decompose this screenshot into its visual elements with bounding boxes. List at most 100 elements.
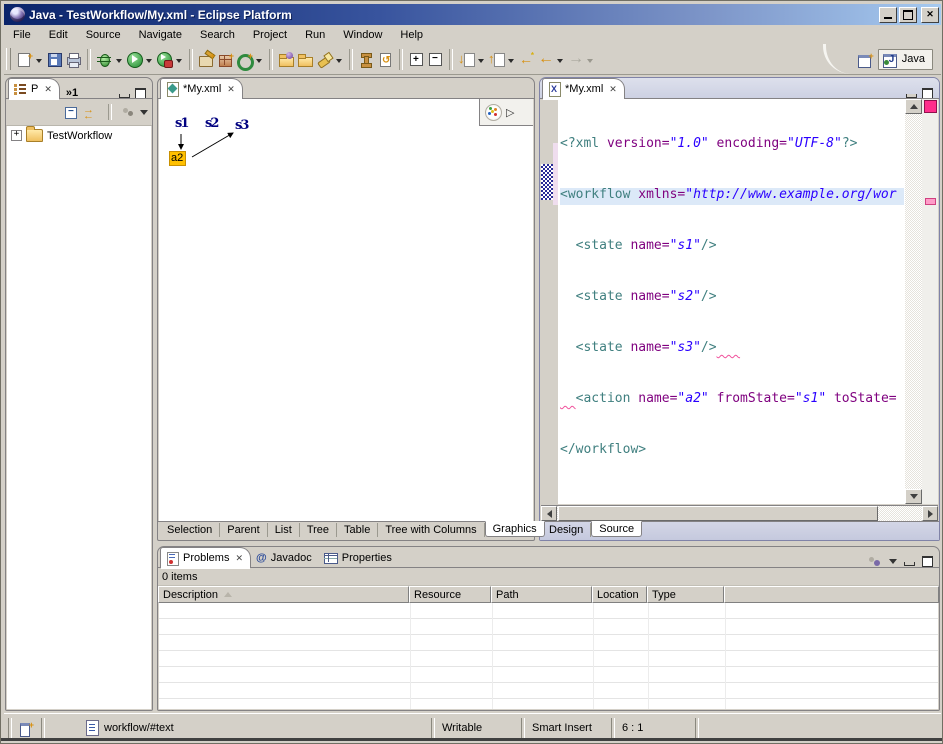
link-with-editor-icon[interactable]: → ← — [83, 105, 99, 119]
close-view-icon[interactable]: ✕ — [235, 553, 243, 564]
tab-package-explorer[interactable]: P ✕ — [8, 78, 60, 99]
package-explorer-tree[interactable]: + TestWorkflow — [7, 126, 151, 709]
state-node-s1[interactable]: s1 — [175, 117, 187, 130]
next-annotation-dropdown[interactable] — [478, 59, 484, 66]
new-wizard-button[interactable]: + — [15, 50, 34, 69]
toolbar-grip[interactable] — [6, 48, 11, 70]
open-type-button[interactable] — [277, 50, 296, 69]
page-tab-selection[interactable]: Selection — [160, 523, 220, 537]
menu-source[interactable]: Source — [77, 27, 130, 43]
palette-expand-arrow-icon[interactable]: ▷ — [506, 106, 514, 119]
filters-icon[interactable] — [868, 556, 882, 568]
scroll-up-button[interactable] — [905, 99, 922, 114]
tab-graphics-myxml[interactable]: *My.xml ✕ — [160, 78, 243, 99]
scroll-down-button[interactable] — [905, 489, 922, 504]
debug-button[interactable] — [95, 50, 114, 69]
tab-problems[interactable]: Problems ✕ — [160, 547, 251, 568]
new-class-dropdown[interactable] — [256, 59, 262, 66]
tree-expand-icon[interactable]: + — [11, 130, 22, 141]
column-resource[interactable]: Resource — [409, 586, 491, 603]
close-editor-icon[interactable]: ✕ — [227, 84, 235, 95]
workflow-canvas[interactable]: s1 s2 s3 a2 ▷ — [159, 99, 533, 522]
new-jsp-button[interactable]: + — [197, 50, 216, 69]
vertical-scrollbar[interactable] — [905, 99, 922, 504]
state-node-s3[interactable]: s3 — [235, 119, 247, 132]
print-button[interactable] — [64, 50, 83, 69]
page-tab-tree-with-columns[interactable]: Tree with Columns — [378, 523, 484, 537]
palette-flyout[interactable]: ▷ — [479, 99, 533, 126]
search-dropdown[interactable] — [336, 59, 342, 66]
scroll-right-button[interactable] — [922, 506, 938, 521]
page-tab-list[interactable]: List — [268, 523, 300, 537]
title-bar[interactable]: Java - TestWorkflow/My.xml - Eclipse Pla… — [4, 4, 941, 25]
tab-source-myxml[interactable]: X *My.xml ✕ — [542, 78, 625, 99]
new-package-button[interactable]: + — [216, 50, 235, 69]
new-wizard-dropdown[interactable] — [36, 59, 42, 66]
page-tab-table[interactable]: Table — [337, 523, 378, 537]
menu-project[interactable]: Project — [244, 27, 296, 43]
filters-icon[interactable] — [121, 106, 135, 118]
page-tab-parent[interactable]: Parent — [220, 523, 267, 537]
collapse-all-icon[interactable]: − — [64, 105, 78, 119]
close-view-icon[interactable]: ✕ — [44, 84, 52, 95]
menu-edit[interactable]: Edit — [40, 27, 77, 43]
minimize-button[interactable] — [879, 7, 897, 23]
page-tab-design[interactable]: Design — [542, 523, 591, 537]
open-perspective-button[interactable]: + — [856, 50, 875, 69]
java-perspective-button[interactable]: J Java — [878, 49, 933, 70]
column-type[interactable]: Type — [647, 586, 724, 603]
page-tab-graphics[interactable]: Graphics — [485, 521, 545, 537]
column-path[interactable]: Path — [491, 586, 592, 603]
menu-window[interactable]: Window — [334, 27, 391, 43]
view-menu-icon[interactable] — [889, 559, 897, 568]
menu-search[interactable]: Search — [191, 27, 244, 43]
save-button[interactable] — [45, 50, 64, 69]
annotation-ruler[interactable] — [541, 99, 559, 504]
fast-view-button[interactable]: + — [12, 718, 41, 738]
menu-run[interactable]: Run — [296, 27, 334, 43]
status-insert-mode[interactable]: Smart Insert — [525, 718, 611, 738]
problems-table-body[interactable] — [159, 603, 938, 709]
expand-all-button[interactable]: + — [407, 50, 426, 69]
run-dropdown[interactable] — [146, 59, 152, 66]
forward-dropdown[interactable] — [587, 59, 593, 66]
menu-help[interactable]: Help — [391, 27, 432, 43]
back-button[interactable]: ← — [536, 50, 555, 69]
horizontal-scrollbar[interactable] — [541, 505, 938, 522]
search-button[interactable] — [315, 50, 334, 69]
menu-navigate[interactable]: Navigate — [130, 27, 191, 43]
overview-error-marker[interactable] — [925, 198, 936, 205]
close-editor-icon[interactable]: ✕ — [609, 84, 617, 95]
open-resource-button[interactable] — [296, 50, 315, 69]
column-description[interactable]: Description — [158, 586, 409, 603]
collapse-all-button[interactable]: − — [426, 50, 445, 69]
maximize-button[interactable] — [899, 7, 917, 23]
scroll-left-button[interactable] — [541, 506, 557, 521]
minimize-editor-icon[interactable] — [906, 94, 917, 98]
back-dropdown[interactable] — [557, 59, 563, 66]
close-button[interactable]: ✕ — [921, 7, 939, 23]
external-tools-dropdown[interactable] — [176, 59, 182, 66]
debug-dropdown[interactable] — [116, 59, 122, 66]
next-annotation-button[interactable]: ↓ — [457, 50, 476, 69]
previous-annotation-button[interactable]: ↑ — [487, 50, 506, 69]
tree-item-testworkflow[interactable]: + TestWorkflow — [7, 126, 151, 144]
maximize-view-icon[interactable] — [135, 88, 146, 99]
action-node-a2[interactable]: a2 — [169, 151, 186, 166]
maximize-editor-icon[interactable] — [922, 88, 933, 99]
tab-properties[interactable]: Properties — [319, 548, 399, 568]
previous-annotation-dropdown[interactable] — [508, 59, 514, 66]
overview-ruler[interactable] — [922, 99, 938, 504]
menu-file[interactable]: File — [4, 27, 40, 43]
last-edit-location-button[interactable]: ← * — [517, 50, 536, 69]
tab-overflow-indicator[interactable]: »1 — [66, 87, 78, 99]
external-tools-button[interactable] — [155, 50, 174, 69]
tab-javadoc[interactable]: @ Javadoc — [251, 548, 319, 568]
minimize-view-icon[interactable] — [119, 94, 130, 98]
column-location[interactable]: Location — [592, 586, 647, 603]
page-tab-tree[interactable]: Tree — [300, 523, 337, 537]
xml-code[interactable]: <?xml version="1.0" encoding="UTF-8"?> <… — [560, 101, 904, 492]
state-node-s2[interactable]: s2 — [205, 117, 217, 130]
view-menu-icon[interactable] — [140, 110, 148, 119]
new-class-button[interactable]: + — [235, 50, 254, 69]
